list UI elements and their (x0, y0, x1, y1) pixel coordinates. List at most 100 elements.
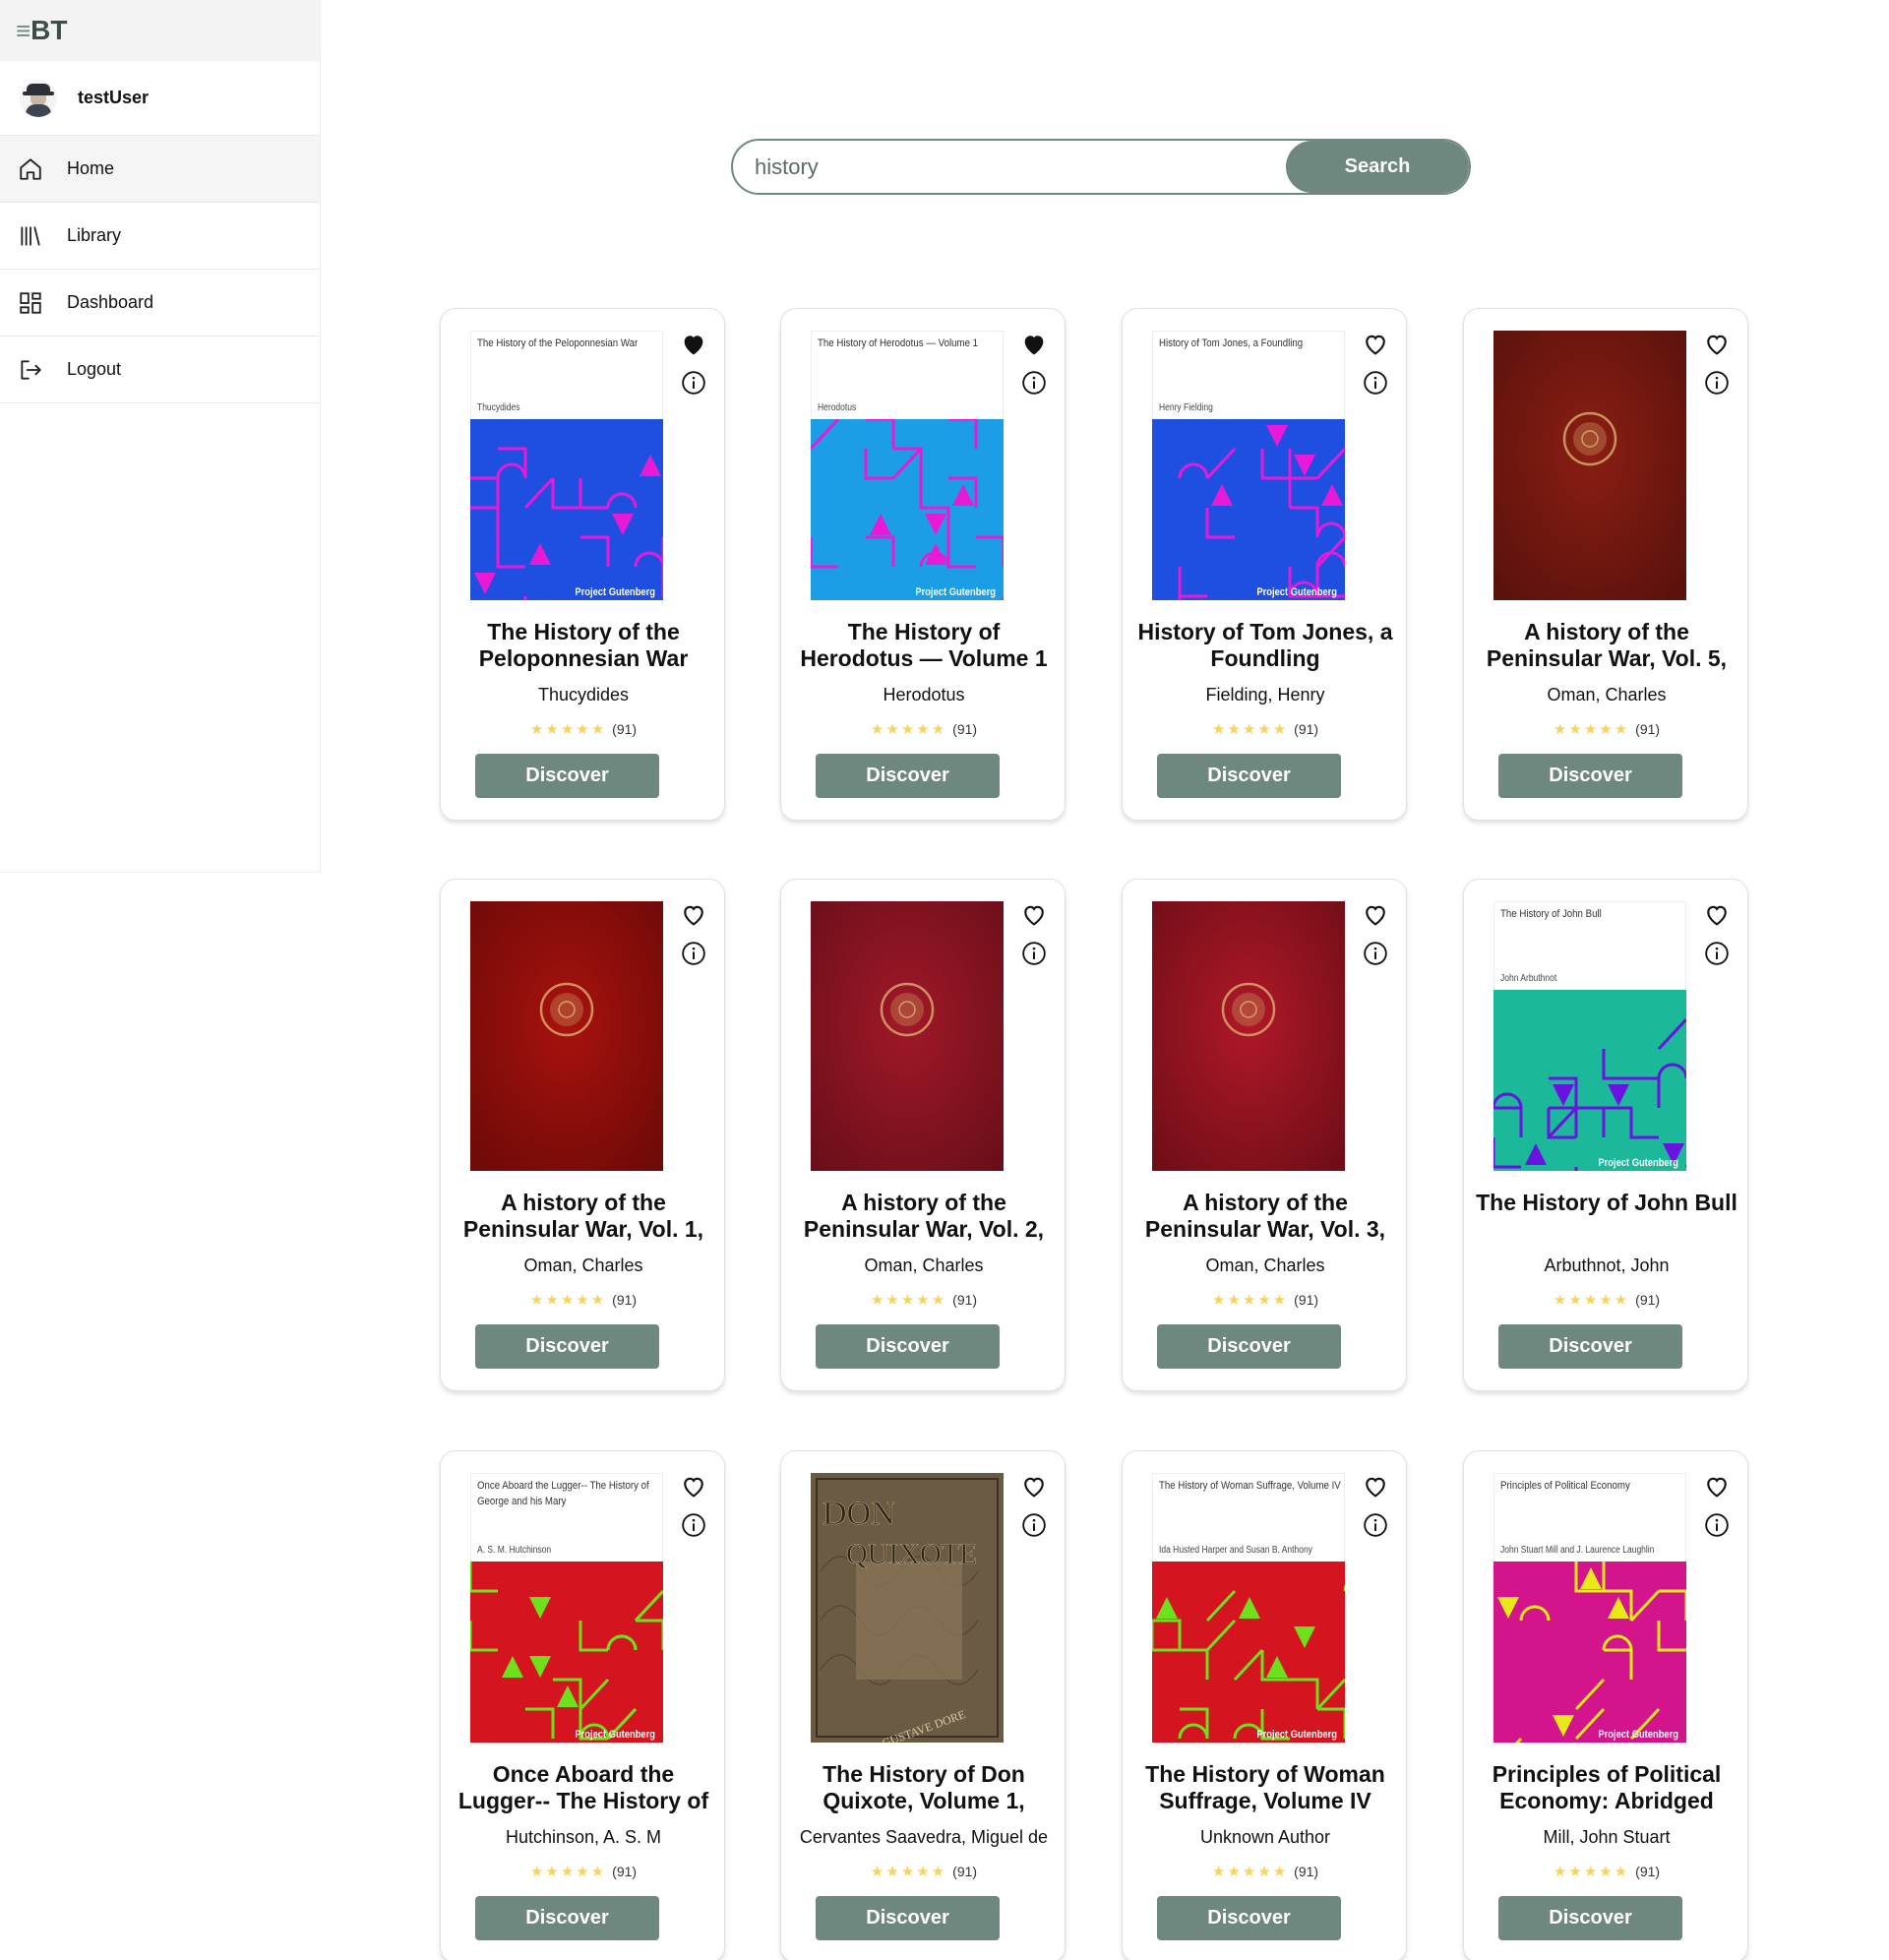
search-input[interactable] (733, 141, 1294, 193)
cover-title: The History of Woman Suffrage, Volume IV (1159, 1480, 1341, 1492)
sidebar-item-dashboard[interactable]: Dashboard (0, 270, 320, 337)
svg-text:DON: DON (823, 1496, 895, 1532)
heart-icon[interactable] (1362, 331, 1389, 358)
cover-publisher: Project Gutenberg (1256, 1729, 1337, 1741)
sidebar-item-logout[interactable]: Logout (0, 337, 320, 403)
book-cover[interactable]: History of Tom Jones, a Foundling Henry F… (1152, 331, 1345, 600)
info-icon[interactable] (1704, 1512, 1730, 1538)
cover-title: Principles of Political Economy (1500, 1480, 1630, 1492)
info-icon[interactable] (681, 941, 706, 966)
book-cover[interactable]: The History of the Peloponnesian War Thuc… (470, 331, 663, 600)
cover-title: Once Aboard the Lugger-- The History of … (477, 1480, 649, 1507)
search-button[interactable]: Search (1286, 141, 1469, 193)
book-title: History of Tom Jones, a Foundling (1137, 619, 1393, 671)
discover-button[interactable]: Discover (1498, 1896, 1682, 1940)
star-rating-icon: ★★★★★ (529, 1292, 607, 1309)
heart-icon[interactable] (1703, 1473, 1731, 1501)
book-card[interactable]: Principles of Political Economy John Stua… (1463, 1450, 1748, 1960)
info-icon[interactable] (1021, 370, 1047, 396)
cover-art: Project Gutenberg (1493, 1562, 1686, 1743)
sidebar-item-home[interactable]: Home (0, 136, 320, 203)
book-cover[interactable]: DON QUIXOTE GUSTAVE DORE (811, 1473, 1004, 1743)
rating-count: (91) (952, 721, 978, 737)
heart-icon[interactable] (1020, 1473, 1048, 1501)
book-card[interactable]: Once Aboard the Lugger-- The History of … (440, 1450, 725, 1960)
book-title: The History of Herodotus — Volume 1 (800, 619, 1048, 671)
star-rating-icon: ★★★★★ (1211, 1292, 1289, 1309)
book-cover[interactable]: The History of Herodotus — Volume 1 Herod… (811, 331, 1004, 600)
heart-icon[interactable] (1362, 901, 1389, 929)
info-icon[interactable] (1021, 1512, 1047, 1538)
star-rating-icon: ★★★★★ (1211, 721, 1289, 738)
cover-publisher: Project Gutenberg (1598, 1157, 1678, 1169)
cover-author: John Stuart Mill and J. Laurence Laughli… (1500, 1545, 1655, 1556)
book-card[interactable]: A history of the Peninsular War, Vol. 2,… (780, 879, 1066, 1391)
cover-author: Ida Husted Harper and Susan B. Anthony (1159, 1545, 1312, 1556)
discover-button[interactable]: Discover (1157, 754, 1341, 798)
rating: ★★★★★ (91) (781, 720, 1066, 738)
info-icon[interactable] (1363, 370, 1388, 396)
sidebar-item-library[interactable]: Library (0, 203, 320, 270)
book-cover[interactable] (811, 901, 1004, 1171)
rating: ★★★★★ (91) (1123, 720, 1408, 738)
rating: ★★★★★ (91) (441, 1291, 726, 1309)
book-card[interactable]: The History of the Peloponnesian War Thuc… (440, 308, 725, 821)
cover-art: Project Gutenberg (811, 419, 1004, 600)
book-card[interactable]: The History of Herodotus — Volume 1 Herod… (780, 308, 1066, 821)
discover-button[interactable]: Discover (816, 1896, 1000, 1940)
heart-icon[interactable] (1362, 1473, 1389, 1501)
heart-icon[interactable] (680, 1473, 707, 1501)
heart-icon[interactable] (680, 901, 707, 929)
rating-count: (91) (612, 1864, 638, 1879)
book-card[interactable]: The History of John Bull John Arbuthnot Pr… (1463, 879, 1748, 1391)
rating-count: (91) (1294, 1292, 1319, 1308)
book-card[interactable]: The History of Woman Suffrage, Volume IV… (1122, 1450, 1407, 1960)
heart-filled-icon[interactable] (680, 331, 707, 358)
rating-count: (91) (952, 1292, 978, 1308)
menu-icon: ≡ (16, 15, 30, 45)
discover-button[interactable]: Discover (1157, 1324, 1341, 1369)
book-card[interactable]: A history of the Peninsular War, Vol. 3,… (1122, 879, 1407, 1391)
cover-art (811, 901, 1004, 1171)
book-cover[interactable] (470, 901, 663, 1171)
book-card[interactable]: History of Tom Jones, a Foundling Henry F… (1122, 308, 1407, 821)
heart-icon[interactable] (1020, 901, 1048, 929)
book-cover[interactable]: The History of Woman Suffrage, Volume IV… (1152, 1473, 1345, 1743)
info-icon[interactable] (1363, 1512, 1388, 1538)
star-rating-icon: ★★★★★ (870, 1292, 947, 1309)
username: testUser (78, 88, 150, 107)
star-rating-icon: ★★★★★ (529, 721, 607, 738)
heart-filled-icon[interactable] (1020, 331, 1048, 358)
discover-button[interactable]: Discover (816, 1324, 1000, 1369)
book-cover[interactable] (1152, 901, 1345, 1171)
info-icon[interactable] (681, 1512, 706, 1538)
app-logo[interactable]: ≡ BT (0, 0, 320, 61)
info-icon[interactable] (1021, 941, 1047, 966)
book-cover[interactable] (1493, 331, 1686, 600)
cover-header: History of Tom Jones, a Foundling Henry F… (1152, 331, 1345, 419)
book-cover[interactable]: The History of John Bull John Arbuthnot Pr… (1493, 901, 1686, 1171)
heart-icon[interactable] (1703, 331, 1731, 358)
info-icon[interactable] (681, 370, 706, 396)
cover-art: Project Gutenberg (1493, 990, 1686, 1171)
info-icon[interactable] (1363, 941, 1388, 966)
user-profile[interactable]: testUser (0, 61, 320, 136)
cover-publisher: Project Gutenberg (575, 586, 655, 598)
discover-button[interactable]: Discover (475, 1896, 659, 1940)
discover-button[interactable]: Discover (1498, 754, 1682, 798)
discover-button[interactable]: Discover (1157, 1896, 1341, 1940)
info-icon[interactable] (1704, 941, 1730, 966)
book-card[interactable]: A history of the Peninsular War, Vol. 1,… (440, 879, 725, 1391)
heart-icon[interactable] (1703, 901, 1731, 929)
book-card[interactable]: A history of the Peninsular War, Vol. 5,… (1463, 308, 1748, 821)
book-card[interactable]: DON QUIXOTE GUSTAVE DORE The History of Don… (780, 1450, 1066, 1960)
discover-button[interactable]: Discover (816, 754, 1000, 798)
book-cover[interactable]: Once Aboard the Lugger-- The History of … (470, 1473, 663, 1743)
discover-button[interactable]: Discover (1498, 1324, 1682, 1369)
discover-button[interactable]: Discover (475, 1324, 659, 1369)
book-cover[interactable]: Principles of Political Economy John Stua… (1493, 1473, 1686, 1743)
discover-button[interactable]: Discover (475, 754, 659, 798)
sidebar-item-label: Home (67, 158, 115, 178)
info-icon[interactable] (1704, 370, 1730, 396)
cover-title: The History of the Peloponnesian War (477, 337, 639, 349)
